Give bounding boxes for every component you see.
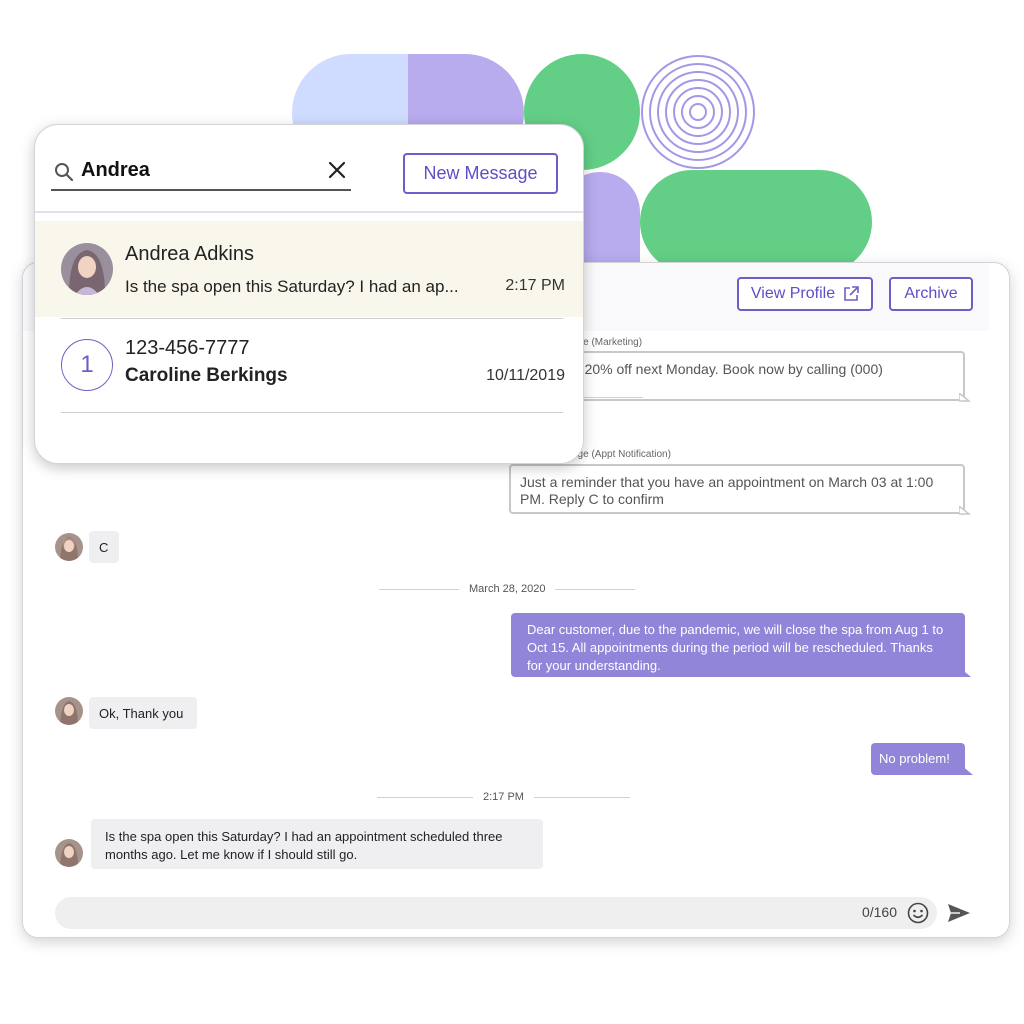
- message-text: No problem!: [879, 751, 950, 766]
- time-divider-label: 2:17 PM: [483, 791, 524, 803]
- bubble-tail: [959, 667, 971, 677]
- incoming-message-bubble: Ok, Thank you: [89, 697, 197, 729]
- character-counter: 0/160: [861, 904, 897, 920]
- time-divider: 2:17 PM: [377, 791, 630, 803]
- deco-rings-icon: [641, 55, 755, 169]
- row-divider: [61, 318, 563, 319]
- system-message-text: elf! 20% off next Monday. Book now by ca…: [562, 361, 883, 377]
- deco-green-pill: [640, 170, 872, 274]
- date-divider-label: March 28, 2020: [469, 583, 546, 595]
- outgoing-message-bubble: No problem!: [871, 743, 965, 775]
- stage: View Profile Archive sage (Marketing) el…: [0, 0, 1024, 1024]
- divider-line: [555, 588, 636, 590]
- header-divider: [35, 211, 583, 213]
- divider-line: [533, 796, 630, 798]
- new-message-button[interactable]: New Message: [403, 153, 558, 194]
- contact-avatar: [55, 697, 83, 725]
- bubble-tail: [959, 393, 971, 402]
- view-profile-label: View Profile: [750, 285, 836, 302]
- row-divider: [61, 412, 563, 413]
- emoji-icon[interactable]: [907, 902, 929, 924]
- search-input-value[interactable]: Andrea: [81, 159, 150, 182]
- contact-name: Andrea Adkins: [125, 243, 254, 265]
- bubble-tail: [961, 765, 973, 775]
- message-time: 10/11/2019: [486, 367, 565, 384]
- date-divider: March 28, 2020: [379, 583, 636, 595]
- message-text: Ok, Thank you: [99, 706, 184, 721]
- contact-search-panel: Andrea New Message Andrea Adkins Is the …: [34, 124, 584, 464]
- close-icon[interactable]: [327, 160, 347, 180]
- outgoing-message-bubble: Dear customer, due to the pandemic, we w…: [511, 613, 965, 677]
- archive-button[interactable]: Archive: [889, 277, 973, 311]
- system-message-bubble: elf! 20% off next Monday. Book now by ca…: [553, 351, 965, 401]
- send-icon[interactable]: [947, 903, 971, 923]
- message-text: C: [99, 540, 109, 555]
- contact-avatar: [55, 533, 83, 561]
- unread-count-badge: 1: [61, 339, 113, 391]
- system-message-label: sage (Appt Notification): [567, 449, 671, 460]
- system-message-bubble: Just a reminder that you have an appoint…: [509, 464, 965, 514]
- message-text: Is the spa open this Saturday? I had an …: [105, 829, 503, 862]
- search-result-row[interactable]: Andrea Adkins Is the spa open this Satur…: [35, 221, 583, 317]
- contact-avatar: [55, 839, 83, 867]
- external-link-icon: [844, 286, 859, 301]
- incoming-message-bubble: Is the spa open this Saturday? I had an …: [91, 819, 543, 869]
- divider-line: [379, 588, 459, 590]
- message-text: Dear customer, due to the pandemic, we w…: [527, 622, 944, 673]
- message-composer[interactable]: 0/160: [55, 897, 937, 929]
- search-icon: [55, 163, 74, 182]
- view-profile-button[interactable]: View Profile: [737, 277, 873, 311]
- system-message-text: Just a reminder that you have an appoint…: [520, 474, 934, 507]
- search-result-row[interactable]: 1 123-456-7777 Caroline Berkings 10/11/2…: [35, 321, 583, 413]
- contact-name: Caroline Berkings: [125, 365, 288, 386]
- incoming-message-bubble: C: [89, 531, 119, 563]
- bubble-tail: [959, 506, 971, 515]
- message-preview: Is the spa open this Saturday? I had an …: [125, 277, 459, 296]
- message-time: 2:17 PM: [505, 277, 565, 294]
- divider-line: [377, 796, 473, 798]
- contact-avatar: [61, 243, 113, 295]
- search-field[interactable]: Andrea: [51, 155, 351, 191]
- contact-phone: 123-456-7777: [125, 337, 250, 359]
